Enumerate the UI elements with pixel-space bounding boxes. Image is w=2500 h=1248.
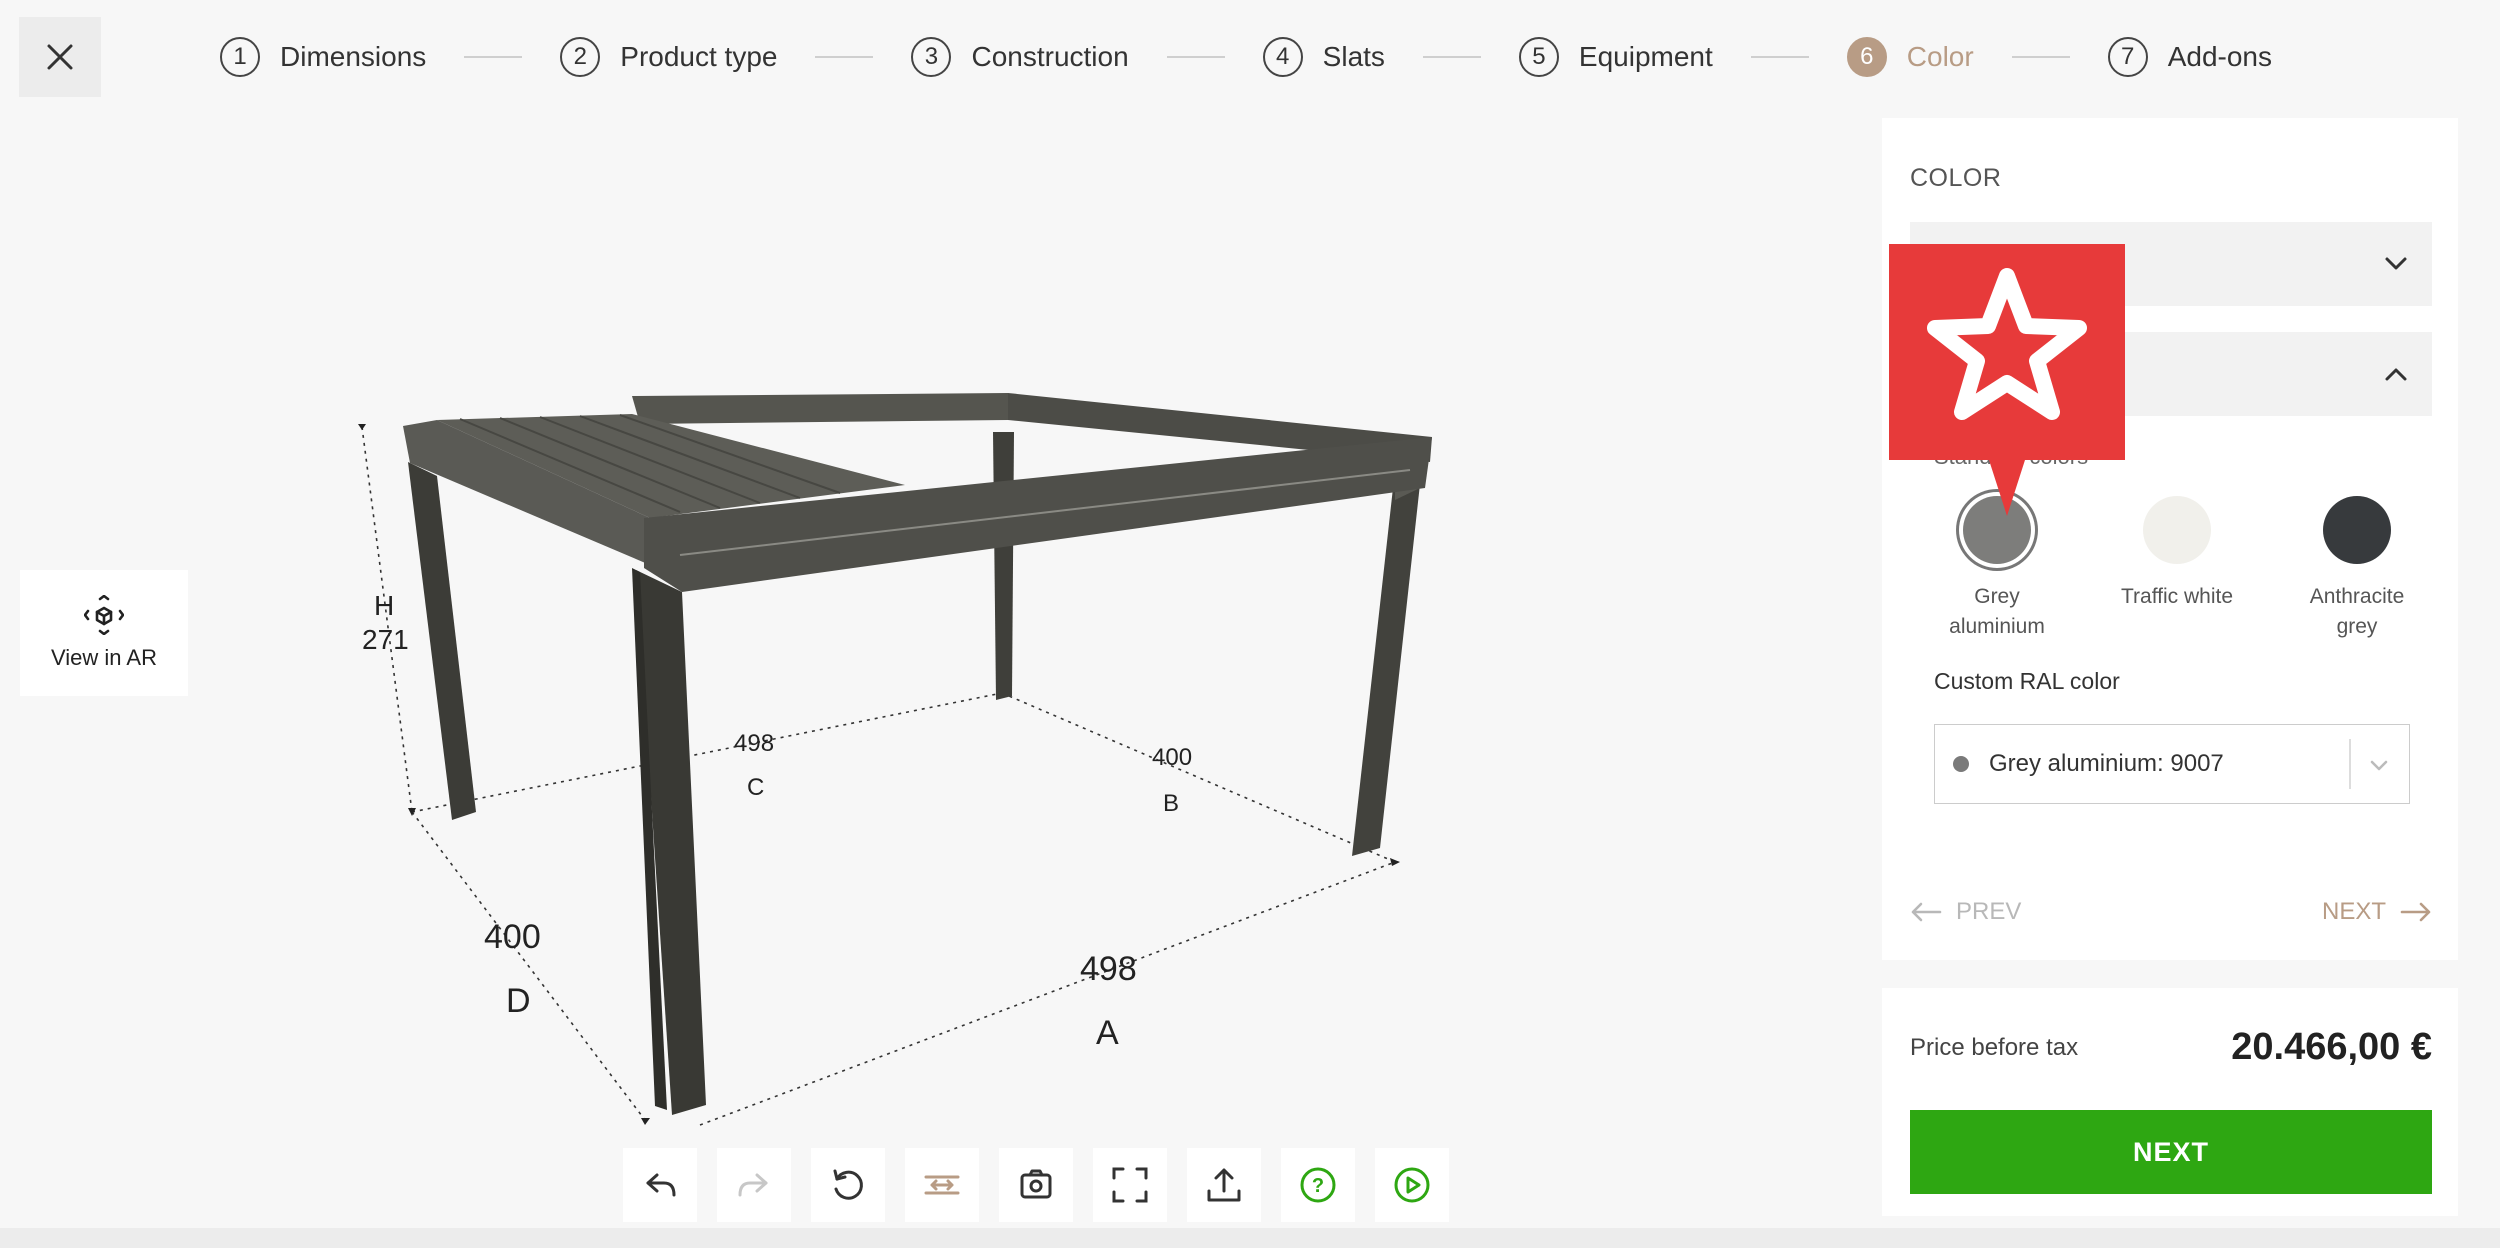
step-label: Construction	[971, 41, 1129, 72]
undo-icon	[646, 1173, 676, 1197]
close-button[interactable]	[19, 17, 101, 97]
swatch-color	[2143, 496, 2211, 564]
rotate-reset-icon	[833, 1169, 863, 1200]
step-number: 1	[220, 37, 260, 77]
step-number: 2	[560, 37, 601, 77]
redo-button[interactable]	[717, 1148, 791, 1222]
ar-cube-icon	[84, 595, 124, 635]
3d-viewport[interactable]: H 271 498 C 400 B 400 D 498 A	[0, 110, 1860, 1210]
step-product-type[interactable]: 2 Product type	[560, 37, 777, 77]
chevron-down-icon	[2385, 257, 2407, 270]
step-number: 3	[911, 37, 952, 77]
step-label: Color	[1906, 41, 1974, 72]
chevron-down-icon	[2370, 760, 2388, 771]
dimension-a-letter: A	[1096, 1014, 1119, 1052]
step-color[interactable]: 6 Color	[1846, 37, 1974, 77]
custom-ral-label: Custom RAL color	[1934, 668, 2120, 694]
next-step-link[interactable]: NEXT	[2322, 898, 2432, 926]
price-label: Price before tax	[1910, 1034, 2079, 1061]
step-connector	[2011, 56, 2070, 58]
arrow-right-icon	[2400, 902, 2431, 922]
step-connector	[815, 56, 874, 58]
camera-switch-icon	[1020, 1169, 1052, 1199]
step-label: Dimensions	[280, 41, 427, 72]
redo-icon	[738, 1173, 768, 1197]
price-panel: Price before tax 20.466,00 € NEXT	[1882, 988, 2458, 1216]
dimension-d-value: 400	[484, 918, 541, 956]
fullscreen-button[interactable]	[1093, 1148, 1167, 1222]
dimension-h-letter: H	[374, 590, 395, 621]
custom-ral-select[interactable]: Grey aluminium: 9007	[1934, 724, 2410, 804]
upload-share-icon	[1207, 1168, 1241, 1202]
view-in-ar-label: View in AR	[51, 645, 157, 670]
dimension-c-value: 498	[734, 730, 775, 757]
swatch-label: Anthracite grey	[2309, 585, 2405, 639]
step-connector	[1422, 56, 1481, 58]
close-icon	[47, 44, 73, 70]
dimensions-icon	[924, 1175, 960, 1195]
reset-view-button[interactable]	[811, 1148, 885, 1222]
dimension-h-value: 271	[362, 624, 409, 655]
step-label: Product type	[620, 41, 778, 72]
panel-title: COLOR	[1910, 164, 2002, 192]
play-icon	[1394, 1167, 1430, 1203]
dimension-c-letter: C	[747, 774, 765, 801]
share-button[interactable]	[1187, 1148, 1261, 1222]
step-construction[interactable]: 3 Construction	[911, 37, 1129, 77]
toggle-dimensions-button[interactable]	[905, 1148, 979, 1222]
chevron-up-icon	[2385, 368, 2407, 381]
step-label: Add-ons	[2167, 41, 2273, 72]
dimension-b-letter: B	[1163, 790, 1180, 817]
dimension-d-letter: D	[506, 982, 531, 1020]
help-button[interactable]: ?	[1281, 1148, 1355, 1222]
prev-label: PREV	[1956, 898, 2022, 925]
swatch-grey-aluminium[interactable]: Grey aluminium	[1922, 496, 2072, 643]
bottom-strip	[0, 1228, 2500, 1248]
step-equipment[interactable]: 5 Equipment	[1518, 37, 1713, 77]
viewport-toolbar: ?	[623, 1148, 1449, 1222]
next-button[interactable]: NEXT	[1910, 1110, 2432, 1194]
step-number: 5	[1518, 37, 1559, 77]
switch-camera-button[interactable]	[999, 1148, 1073, 1222]
dimension-a-value: 498	[1080, 950, 1137, 988]
swatch-color	[2323, 496, 2391, 564]
next-label: NEXT	[2321, 898, 2386, 925]
play-animation-button[interactable]	[1375, 1148, 1449, 1222]
step-connector	[1750, 56, 1809, 58]
prev-step-button[interactable]: PREV	[1910, 898, 2021, 926]
step-number: 4	[1262, 37, 1303, 77]
undo-button[interactable]	[623, 1148, 697, 1222]
step-add-ons[interactable]: 7 Add-ons	[2107, 37, 2273, 77]
color-swatches: Grey aluminium Traffic white Anthracite gr…	[1922, 496, 2432, 643]
step-label: Equipment	[1578, 41, 1713, 72]
swatch-traffic-white[interactable]: Traffic white	[2102, 496, 2252, 643]
swatch-anthracite-grey[interactable]: Anthracite grey	[2282, 496, 2432, 643]
svg-text:?: ?	[1312, 1175, 1324, 1197]
step-connector	[1166, 56, 1225, 58]
help-icon: ?	[1300, 1167, 1336, 1203]
step-number: 7	[2107, 37, 2148, 77]
fullscreen-icon	[1112, 1167, 1148, 1203]
step-slats[interactable]: 4 Slats	[1262, 37, 1385, 77]
view-in-ar-button[interactable]: View in AR	[20, 570, 188, 696]
select-divider	[2349, 739, 2351, 789]
step-connector	[464, 56, 523, 58]
pergola-model[interactable]	[0, 110, 1860, 1210]
arrow-left-icon	[1911, 902, 1942, 922]
step-number: 6	[1846, 37, 1887, 77]
custom-ral-value: Grey aluminium: 9007	[1989, 750, 2224, 777]
price-value: 20.466,00 €	[2231, 1026, 2432, 1068]
swatch-label: Traffic white	[2120, 585, 2234, 608]
step-navigation: 1 Dimensions 2 Product type 3 Constructi…	[220, 34, 2272, 80]
star-badge-icon	[1889, 244, 2125, 516]
selected-color-dot	[1953, 756, 1969, 772]
step-label: Slats	[1322, 41, 1385, 72]
swatch-label: Grey aluminium	[1949, 585, 2045, 639]
step-dimensions[interactable]: 1 Dimensions	[220, 37, 426, 77]
dimension-b-value: 400	[1152, 744, 1193, 771]
